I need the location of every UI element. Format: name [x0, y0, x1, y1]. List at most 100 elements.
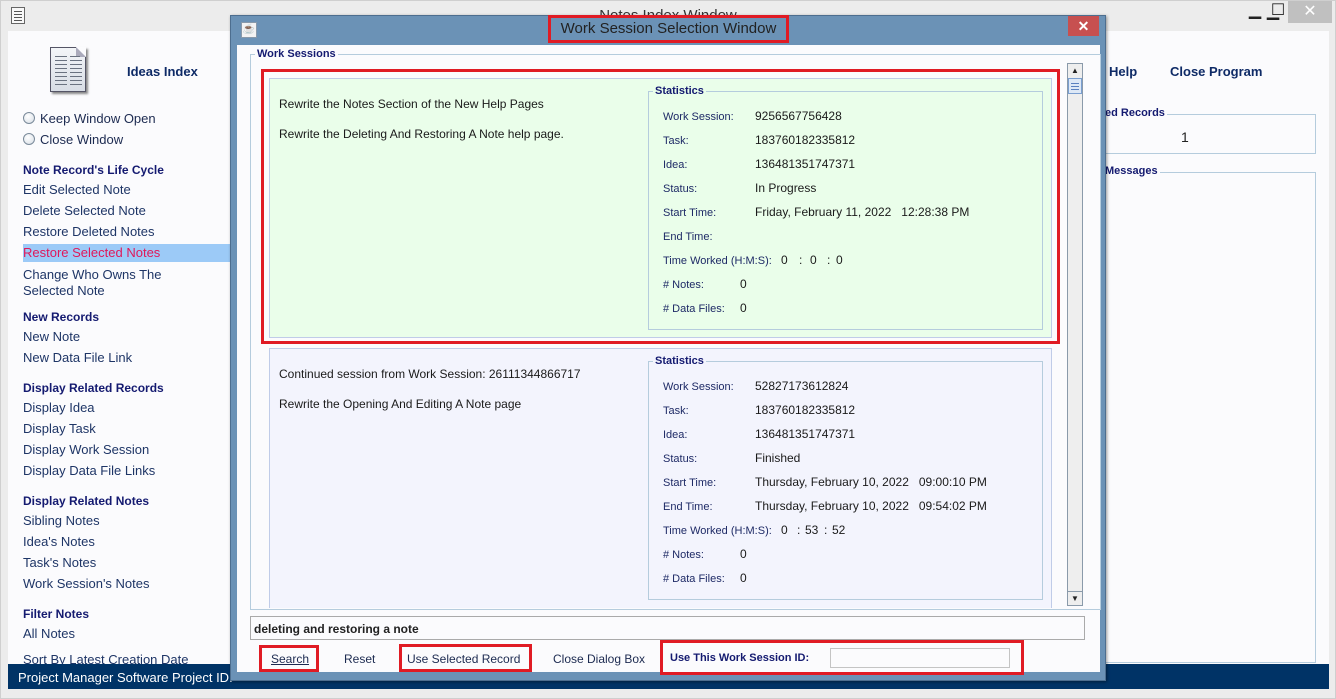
session-1-line-2: Rewrite the Deleting And Restoring A Not…	[279, 127, 564, 141]
close-program-link[interactable]: Close Program	[1170, 64, 1262, 79]
stat-files: 0	[740, 571, 747, 585]
dialog-title: Work Session Selection Window	[548, 15, 789, 43]
scroll-thumb[interactable]	[1068, 78, 1082, 94]
scroll-down-arrow-icon[interactable]: ▼	[1068, 591, 1082, 605]
stat-status: In Progress	[755, 181, 817, 195]
time-separator: :	[827, 253, 831, 267]
sidebar-item-delete-selected-note[interactable]: Delete Selected Note	[23, 203, 146, 218]
time-separator: :	[797, 523, 801, 537]
close-window-button[interactable]: ✕	[1288, 1, 1332, 23]
stat-task: 183760182335812	[755, 403, 856, 417]
stat-worked-seconds: 0	[836, 253, 843, 267]
stat-label-end: End Time:	[663, 501, 713, 513]
stat-files: 0	[740, 301, 747, 315]
time-separator: :	[824, 523, 828, 537]
stat-label-task: Task:	[663, 135, 689, 147]
sidebar-item-new-data-file-link[interactable]: New Data File Link	[23, 350, 132, 365]
reset-button[interactable]: Reset	[344, 652, 375, 666]
stat-worked-hours: 0	[781, 253, 788, 267]
stat-worked-minutes: 0	[810, 253, 817, 267]
stat-label-work-session: Work Session:	[663, 381, 734, 393]
time-separator: :	[799, 253, 803, 267]
stat-work-session: 9256567756428	[755, 109, 842, 123]
stat-label-files: # Data Files:	[663, 303, 725, 315]
search-input[interactable]: deleting and restoring a note	[250, 616, 1085, 640]
work-sessions-legend: Work Sessions	[255, 48, 338, 60]
stat-idea: 136481351747371	[755, 427, 856, 441]
sidebar-item-display-task[interactable]: Display Task	[23, 421, 96, 436]
sidebar-item-display-data-file-links[interactable]: Display Data File Links	[23, 463, 155, 478]
sidebar-item-restore-selected-notes[interactable]: Restore Selected Notes	[23, 244, 230, 262]
sidebar-item-all-notes[interactable]: All Notes	[23, 626, 75, 641]
ideas-index-link[interactable]: Ideas Index	[127, 64, 198, 79]
stat-worked-hours: 0	[781, 523, 788, 537]
vertical-scrollbar[interactable]: ▲ ▼	[1067, 63, 1083, 606]
stat-label-notes: # Notes:	[663, 279, 704, 291]
keep-window-open-radio[interactable]	[23, 112, 35, 124]
records-count: 1	[1181, 129, 1189, 145]
stat-label-files: # Data Files:	[663, 573, 725, 585]
stat-worked-seconds: 52	[832, 523, 846, 537]
stat-label-worked: Time Worked (H:M:S):	[663, 525, 772, 537]
session-2-stats-legend: Statistics	[653, 355, 706, 367]
search-button[interactable]: Search	[271, 652, 309, 666]
stat-idea: 136481351747371	[755, 157, 856, 171]
sidebar-heading-related-records: Display Related Records	[23, 381, 164, 395]
stat-start: Thursday, February 10, 2022 09:00:10 PM	[755, 475, 987, 489]
stat-label-start: Start Time:	[663, 207, 717, 219]
work-session-id-input[interactable]	[830, 648, 1010, 668]
maximize-button[interactable]: ☐	[1268, 0, 1288, 22]
sidebar-item-restore-deleted-notes[interactable]: Restore Deleted Notes	[23, 224, 155, 239]
sidebar-heading-new-records: New Records	[23, 310, 100, 324]
session-1-line-1: Rewrite the Notes Section of the New Hel…	[279, 97, 544, 111]
stat-label-start: Start Time:	[663, 477, 717, 489]
sidebar-item-display-work-session[interactable]: Display Work Session	[23, 442, 149, 457]
close-window-label[interactable]: Close Window	[40, 132, 123, 147]
session-1-stats-legend: Statistics	[653, 85, 706, 97]
stat-label-idea: Idea:	[663, 429, 688, 441]
sidebar-item-change-owner-line2[interactable]: Selected Note	[23, 283, 105, 298]
keep-window-open-label[interactable]: Keep Window Open	[40, 111, 156, 126]
stat-label-end: End Time:	[663, 231, 713, 243]
records-legend: ed Records	[1103, 107, 1167, 119]
work-session-id-label: Use This Work Session ID:	[670, 652, 810, 664]
stat-start: Friday, February 11, 2022 12:28:38 PM	[755, 205, 970, 219]
sidebar-item-edit-selected-note[interactable]: Edit Selected Note	[23, 182, 131, 197]
sidebar-heading-life-cycle: Note Record's Life Cycle	[23, 163, 164, 177]
help-link[interactable]: Help	[1109, 64, 1137, 79]
java-app-icon: ☕	[241, 22, 257, 38]
sidebar-heading-related-notes: Display Related Notes	[23, 494, 150, 508]
sidebar-item-ideas-notes[interactable]: Idea's Notes	[23, 534, 95, 549]
sidebar-item-new-note[interactable]: New Note	[23, 329, 80, 344]
stat-worked-minutes: 53	[805, 523, 819, 537]
status-app-name: Project Manager Software	[18, 670, 169, 685]
stat-label-status: Status:	[663, 183, 698, 195]
status-project-id-label: Project ID:	[172, 670, 233, 685]
dialog-close-button[interactable]: ✕	[1068, 16, 1099, 36]
stat-status: Finished	[755, 451, 801, 465]
stat-label-work-session: Work Session:	[663, 111, 734, 123]
messages-group: Messages	[1090, 165, 1316, 663]
stat-end: Thursday, February 10, 2022 09:54:02 PM	[755, 499, 987, 513]
stat-notes: 0	[740, 277, 747, 291]
sidebar-item-tasks-notes[interactable]: Task's Notes	[23, 555, 96, 570]
session-2-line-2: Rewrite the Opening And Editing A Note p…	[279, 397, 522, 411]
records-group: ed Records 1	[1090, 107, 1316, 154]
sidebar-item-change-owner[interactable]: Change Who Owns The	[23, 267, 162, 282]
stat-label-notes: # Notes:	[663, 549, 704, 561]
use-selected-record-button[interactable]: Use Selected Record	[407, 652, 520, 666]
scroll-up-arrow-icon[interactable]: ▲	[1068, 64, 1082, 78]
messages-legend: Messages	[1103, 165, 1160, 177]
notes-document-icon	[50, 47, 86, 92]
stat-task: 183760182335812	[755, 133, 856, 147]
sidebar-item-display-idea[interactable]: Display Idea	[23, 400, 95, 415]
stat-label-status: Status:	[663, 453, 698, 465]
sidebar-item-work-session-notes[interactable]: Work Session's Notes	[23, 576, 150, 591]
stat-notes: 0	[740, 547, 747, 561]
close-window-radio[interactable]	[23, 133, 35, 145]
close-dialog-button[interactable]: Close Dialog Box	[553, 652, 645, 666]
session-2-line-1: Continued session from Work Session: 261…	[279, 367, 581, 381]
sidebar-item-sibling-notes[interactable]: Sibling Notes	[23, 513, 100, 528]
stat-label-idea: Idea:	[663, 159, 688, 171]
stat-work-session: 52827173612824	[755, 379, 849, 393]
